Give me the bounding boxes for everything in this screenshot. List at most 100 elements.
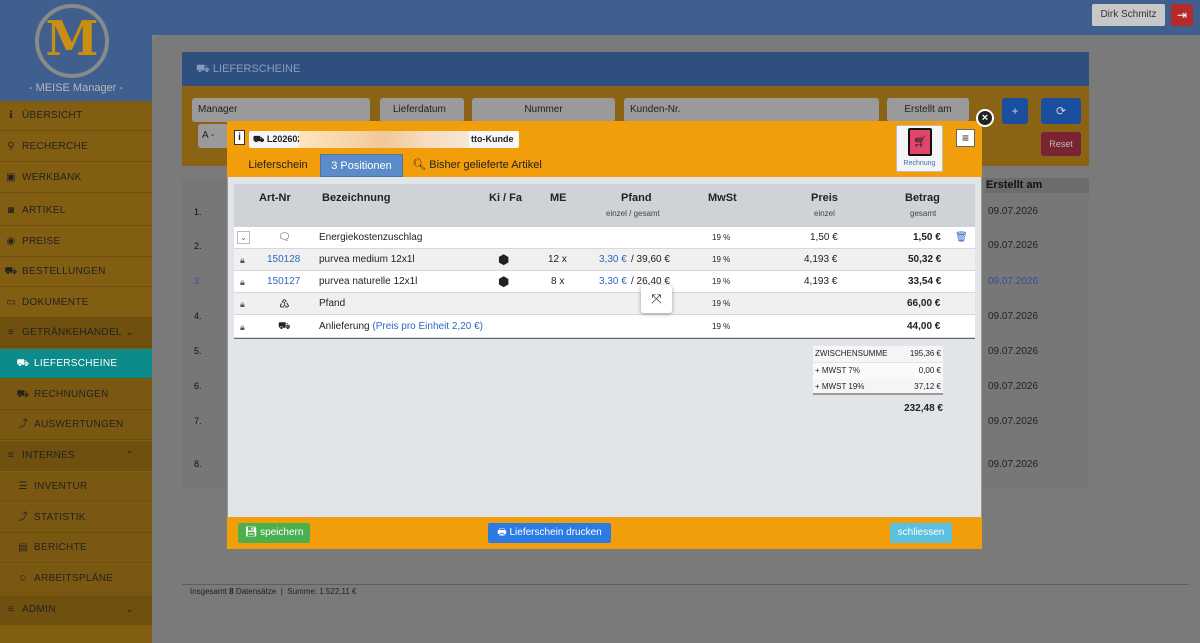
- position-pfand-einzel[interactable]: 3,30 €: [599, 271, 627, 293]
- sidebar-item-label: ÜBERSICHT: [22, 110, 83, 121]
- sidebar-item-label: ARTIKEL: [22, 205, 66, 216]
- mwst7-label: + MWST 7%: [815, 366, 860, 375]
- logout-icon[interactable]: ⇥: [1171, 4, 1193, 26]
- save-button-label: speichern: [260, 527, 304, 538]
- footer-count-prefix: Insgesamt: [190, 587, 227, 596]
- filter-erstellt-am[interactable]: Erstellt am: [887, 98, 969, 122]
- sidebar-item-label: LIEFERSCHEINE: [34, 358, 118, 369]
- row-number: 7.: [194, 416, 202, 426]
- table-row[interactable]: [234, 293, 975, 315]
- search-icon: 🔍︎: [412, 159, 427, 171]
- position-art-nr-link[interactable]: 150128: [267, 249, 300, 271]
- mwst19-label: + MWST 19%: [815, 382, 865, 391]
- sidebar-item-recherche[interactable]: ⚲ RECHERCHE: [0, 132, 152, 162]
- sidebar-item-auswertungen[interactable]: ⤴ AUSWERTUNGEN: [0, 410, 152, 440]
- speech-bubble-icon: 🗨︎: [278, 232, 291, 243]
- document-icon: ▭: [6, 297, 16, 308]
- box-icon: ⬢: [498, 274, 510, 289]
- table-cell-date: 09.07.2026: [988, 206, 1039, 217]
- truck-icon: ⛟: [16, 358, 30, 369]
- footer-count: 8: [229, 587, 234, 596]
- row-number: 1.: [194, 207, 202, 217]
- tab-lieferschein[interactable]: Lieferschein: [240, 154, 316, 177]
- sidebar-item-uebersicht[interactable]: ℹ ÜBERSICHT: [0, 101, 152, 131]
- sidebar-item-bestellungen[interactable]: ⛟ BESTELLUNGEN: [0, 257, 152, 287]
- sidebar-item-label: INTERNES: [22, 450, 75, 461]
- reset-button[interactable]: Reset: [1041, 132, 1081, 156]
- drag-handle-icon[interactable]: ⤧: [641, 285, 672, 313]
- row-number: 4.: [194, 311, 202, 321]
- lock-icon: 🔒︎: [240, 322, 245, 332]
- close-button[interactable]: schliessen: [890, 523, 952, 543]
- position-art-nr-link[interactable]: 150127: [267, 271, 300, 293]
- tab-bisher-gelieferte-artikel[interactable]: 🔍︎ Bisher gelieferte Artikel: [410, 154, 544, 177]
- sidebar-item-label: GETRÄNKEHANDEL: [22, 327, 122, 338]
- row-number: 6.: [194, 381, 202, 391]
- sidebar-item-inventur[interactable]: ☰ INVENTUR: [0, 472, 152, 502]
- sidebar-item-label: ARBEITSPLÄNE: [34, 573, 114, 584]
- chevron-down-icon: ⌄: [125, 604, 134, 615]
- sidebar-item-werkbank[interactable]: ▣ WERKBANK: [0, 163, 152, 193]
- sidebar-item-label: DOKUMENTE: [22, 297, 89, 308]
- info-icon[interactable]: i: [234, 130, 245, 145]
- sidebar-item-statistik[interactable]: ⤴ STATISTIK: [0, 503, 152, 533]
- tab-label: Bisher gelieferte Artikel: [429, 159, 542, 171]
- table-cell-date: 09.07.2026: [988, 459, 1039, 470]
- position-name: Pfand: [319, 298, 346, 309]
- close-icon[interactable]: ×: [976, 109, 994, 127]
- print-button[interactable]: 🖶︎ Lieferschein drucken: [488, 523, 611, 543]
- sidebar-item-label: PREISE: [22, 236, 61, 247]
- sidebar-item-rechnungen[interactable]: ⛟ RECHNUNGEN: [0, 380, 152, 410]
- positions-table-header: [234, 184, 975, 227]
- logo: M: [35, 4, 109, 78]
- filter-nummer[interactable]: Nummer: [472, 98, 615, 122]
- chart-icon: ⤴: [17, 419, 29, 430]
- sidebar-item-artikel[interactable]: ◙ ARTIKEL: [0, 196, 152, 226]
- top-bar: [0, 0, 1200, 35]
- subtotal-row: ZWISCHENSUMME 195,36 €: [813, 346, 943, 362]
- truck-icon: ⛟: [253, 134, 267, 144]
- row-number: 5.: [194, 346, 202, 356]
- sidebar-section-internes[interactable]: ≡ INTERNES ⌃: [0, 441, 152, 471]
- sidebar-section-admin[interactable]: ≡ ADMIN ⌄: [0, 595, 152, 625]
- sidebar-item-dokumente[interactable]: ▭ DOKUMENTE: [0, 288, 152, 318]
- column-header-erstellt: Erstellt am: [985, 178, 1089, 193]
- filter-manager-select[interactable]: A -: [198, 124, 228, 148]
- filter-kunden-nr[interactable]: Kunden-Nr.: [624, 98, 879, 122]
- tab-positionen[interactable]: 3 Positionen: [320, 154, 403, 177]
- subtotal-label: ZWISCHENSUMME: [815, 349, 888, 358]
- position-pfand-gesamt: / 39,60 €: [631, 254, 670, 265]
- truck-icon: ⛟: [196, 63, 213, 75]
- save-button[interactable]: 💾︎ speichern: [238, 523, 310, 543]
- position-name: Anlieferung (Preis pro Einheit 2,20 €): [319, 316, 483, 338]
- sidebar-item-lieferscheine[interactable]: ⛟ LIEFERSCHEINE: [0, 349, 152, 379]
- column-subheader-betrag: gesamt: [910, 209, 937, 218]
- filter-lieferdatum[interactable]: Lieferdatum: [380, 98, 464, 122]
- chevron-down-icon[interactable]: ⌄: [237, 231, 250, 244]
- lock-icon: 🔒︎: [240, 277, 245, 287]
- workbench-icon: ▣: [6, 172, 16, 183]
- sidebar-item-preise[interactable]: ◉ PREISE: [0, 227, 152, 257]
- position-pfand-einzel[interactable]: 3,30 €: [599, 249, 627, 271]
- document-number: ⛟ L202602 tto-Kunde: [249, 131, 519, 148]
- row-number: 3.: [194, 276, 202, 286]
- column-header-preis: Preis: [811, 192, 838, 204]
- position-betrag: 66,00 €: [907, 298, 941, 309]
- search-icon: ⚲: [7, 141, 15, 152]
- sidebar-item-arbeitsplaene[interactable]: ☺ ARBEITSPLÄNE: [0, 564, 152, 594]
- table-cell-date: 09.07.2026: [988, 276, 1039, 287]
- sidebar-section-getraenkehandel[interactable]: ≡ GETRÄNKEHANDEL ⌄: [0, 318, 152, 348]
- column-header-mwst: MwSt: [708, 192, 737, 204]
- redacted-customer-name: [299, 131, 469, 148]
- position-name: purvea naturelle 12x1l: [319, 276, 418, 287]
- trash-icon[interactable]: 🗑︎: [955, 227, 968, 249]
- user-button[interactable]: Dirk Schmitz: [1092, 4, 1165, 26]
- position-mwst: 19 %: [712, 255, 731, 264]
- footer-divider: [182, 584, 1189, 585]
- add-button[interactable]: +: [1002, 98, 1028, 124]
- position-me: 8 x: [551, 276, 565, 287]
- sidebar-item-berichte[interactable]: ▤ BERICHTE: [0, 533, 152, 563]
- refresh-icon[interactable]: ⟳: [1041, 98, 1081, 124]
- rechnung-label: Rechnung: [903, 160, 936, 167]
- menu-icon[interactable]: ≡: [956, 129, 975, 147]
